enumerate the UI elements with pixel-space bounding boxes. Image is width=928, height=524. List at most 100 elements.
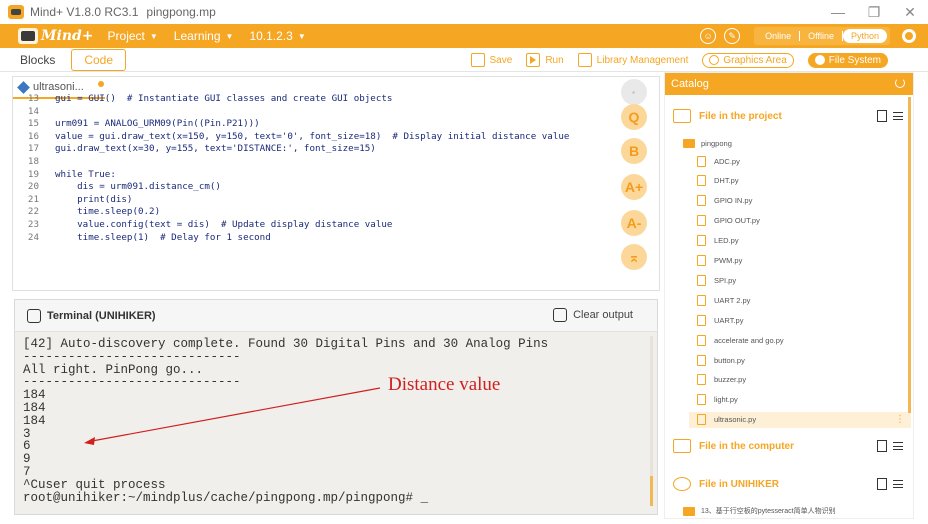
- file-item[interactable]: GPIO OUT.py: [697, 213, 760, 229]
- file-label: buzzer.py: [714, 375, 747, 385]
- graphics-area-button[interactable]: Graphics Area: [702, 52, 794, 68]
- file-item[interactable]: UART.py: [697, 312, 743, 328]
- settings-gear-icon[interactable]: [902, 29, 916, 43]
- python-file-icon: [17, 80, 30, 94]
- refresh-icon[interactable]: [895, 78, 905, 88]
- code-line[interactable]: 22 time.sleep(0.2): [13, 206, 613, 219]
- code-line[interactable]: 20 dis = urm091.distance_cm(): [13, 181, 613, 194]
- code-line[interactable]: 14: [13, 106, 613, 119]
- library-label: Library Management: [596, 54, 689, 66]
- catalog-scrollbar[interactable]: [908, 97, 911, 413]
- code-line[interactable]: 15 urm091 = ANALOG_URM09(Pin((Pin.P21))): [13, 118, 613, 131]
- section-file-in-project[interactable]: File in the project: [665, 103, 913, 129]
- file-item[interactable]: GPIO IN.py: [697, 193, 752, 209]
- project-files-icon: [673, 109, 691, 123]
- save-button[interactable]: Save: [470, 53, 512, 67]
- font-increase-icon[interactable]: A+: [621, 174, 647, 200]
- code-line[interactable]: 18: [13, 156, 613, 169]
- code-line[interactable]: 23 value.config(text = dis) # Update dis…: [13, 219, 613, 232]
- close-button[interactable]: ✕: [892, 0, 928, 24]
- file-label: button.py: [714, 355, 745, 365]
- code-tab[interactable]: Code: [71, 48, 127, 71]
- run-button[interactable]: Run: [526, 53, 564, 67]
- file-item[interactable]: DHT.py: [697, 173, 739, 189]
- section-file-in-computer[interactable]: File in the computer: [665, 433, 913, 459]
- file-item[interactable]: buzzer.py: [697, 372, 746, 388]
- search-icon[interactable]: Q: [621, 104, 647, 130]
- code-line[interactable]: 19 while True:: [13, 169, 613, 182]
- file-item[interactable]: ADC.py: [697, 153, 740, 169]
- folder-pingpong[interactable]: pingpong: [683, 139, 732, 148]
- computer-icon: [673, 439, 691, 453]
- terminal-output[interactable]: [42] Auto-discovery complete. Found 30 D…: [15, 332, 657, 510]
- code-text: print(dis): [55, 193, 133, 205]
- file-item[interactable]: SPI.py: [697, 272, 736, 288]
- blocks-tab[interactable]: Blocks: [12, 49, 63, 71]
- clear-output-label: Clear output: [573, 309, 633, 321]
- code-line[interactable]: 13 gui = GUI() # Instantiate GUI classes …: [13, 93, 613, 106]
- new-file-icon[interactable]: [877, 110, 887, 122]
- python-file-icon: [697, 314, 706, 326]
- python-file-icon: [697, 215, 706, 227]
- toolbar-actions: Save Run Library Management Graphics Are…: [457, 48, 888, 72]
- terminal-scrollbar[interactable]: [650, 336, 653, 506]
- new-file-icon[interactable]: [877, 478, 887, 490]
- menu-device-address[interactable]: 10.1.2.3 ▼: [249, 29, 305, 43]
- code-line[interactable]: 21 print(dis): [13, 194, 613, 207]
- run-label: Run: [545, 54, 564, 66]
- app-title: Mind+ V1.8.0 RC3.1: [30, 5, 139, 19]
- run-icon: [526, 53, 541, 67]
- logo-robot-icon: [18, 28, 38, 44]
- scroll-up-icon[interactable]: ·: [621, 79, 647, 105]
- new-file-icon[interactable]: [877, 440, 887, 452]
- mode-python[interactable]: Python: [842, 29, 887, 43]
- format-code-icon[interactable]: ⌅: [621, 244, 647, 270]
- section-file-in-unihiker[interactable]: File in UNIHIKER: [665, 471, 913, 497]
- file-system-button[interactable]: File System: [807, 52, 888, 68]
- file-item[interactable]: light.py: [697, 392, 738, 408]
- mode-offline[interactable]: Offline: [800, 29, 842, 43]
- clear-output-button[interactable]: Clear output: [553, 308, 633, 322]
- code-text: dis = urm091.distance_cm(): [55, 181, 221, 193]
- file-item[interactable]: UART 2.py: [697, 292, 750, 308]
- python-file-icon: [697, 394, 706, 406]
- more-options-icon[interactable]: ⋮: [895, 414, 905, 425]
- section-actions: [877, 110, 903, 122]
- line-number: 16: [27, 130, 39, 142]
- python-file-icon: [697, 414, 706, 426]
- library-management-button[interactable]: Library Management: [577, 53, 689, 67]
- emoji-icon[interactable]: ☺: [700, 28, 717, 44]
- distance-value-annotation: Distance value: [388, 374, 501, 395]
- unihiker-folder-item[interactable]: 13、基于行空板的pytesseract简单人物识别: [683, 506, 836, 516]
- mode-online[interactable]: Online: [757, 29, 799, 43]
- font-decrease-icon[interactable]: A-: [621, 210, 647, 236]
- line-number: 22: [27, 206, 39, 218]
- file-label: UART.py: [714, 315, 744, 325]
- code-area[interactable]: 13 gui = GUI() # Instantiate GUI classes …: [13, 93, 613, 244]
- code-text: value = gui.draw_text(x=150, y=150, text…: [55, 130, 570, 142]
- line-number: 24: [27, 231, 39, 243]
- line-number: 20: [27, 181, 39, 193]
- minimize-button[interactable]: —: [820, 0, 856, 24]
- feedback-icon[interactable]: ✎: [724, 28, 741, 44]
- terminal-header: Terminal (UNIHIKER) Clear output: [15, 300, 657, 332]
- editor-tab-label: ultrasoni...: [33, 81, 84, 93]
- file-item[interactable]: accelerate and go.py: [697, 332, 784, 348]
- file-item[interactable]: PWM.py: [697, 253, 742, 269]
- maximize-button[interactable]: ❐: [856, 0, 892, 24]
- code-line[interactable]: 24 time.sleep(1) # Delay for 1 second: [13, 232, 613, 245]
- menu-icon[interactable]: [893, 112, 903, 120]
- menu-learning[interactable]: Learning ▼: [174, 29, 234, 43]
- file-item[interactable]: LED.py: [697, 233, 739, 249]
- menu-icon[interactable]: [893, 442, 903, 450]
- menu-project[interactable]: Project ▼: [108, 29, 158, 43]
- file-item[interactable]: ultrasonic.py ⋮: [689, 411, 911, 428]
- device-address-label: 10.1.2.3: [249, 29, 293, 43]
- menu-icon[interactable]: [893, 480, 903, 488]
- line-number: 18: [27, 155, 39, 167]
- blocks-convert-icon[interactable]: B: [621, 138, 647, 164]
- code-line[interactable]: 17 gui.draw_text(x=30, y=155, text='DISTA…: [13, 143, 613, 156]
- code-text: gui = GUI() # Instantiate GUI classes an…: [55, 93, 393, 104]
- file-item[interactable]: button.py: [697, 352, 745, 368]
- code-line[interactable]: 16 value = gui.draw_text(x=150, y=150, te…: [13, 131, 613, 144]
